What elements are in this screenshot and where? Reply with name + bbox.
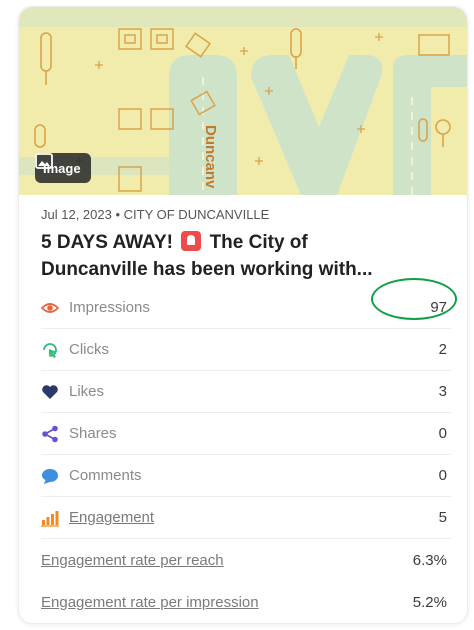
title-part-2: The City of xyxy=(209,232,308,253)
highlight-circle-annotation xyxy=(371,278,457,320)
bar-chart-icon xyxy=(41,510,59,527)
rate-value: 5.2% xyxy=(412,593,447,611)
image-type-badge: Image xyxy=(35,153,91,183)
metric-row-clicks: Clicks 2 xyxy=(41,329,451,371)
metric-value: 0 xyxy=(438,467,447,484)
post-title[interactable]: 5 DAYS AWAY! The City of Duncanville has… xyxy=(41,229,451,283)
metric-row-engagement[interactable]: Engagement 5 xyxy=(41,497,451,539)
metric-row-comments: Comments 0 xyxy=(41,455,451,497)
metric-row-likes: Likes 3 xyxy=(41,371,451,413)
metric-label: Likes xyxy=(69,383,105,400)
metric-label: Clicks xyxy=(69,341,109,358)
eye-icon xyxy=(41,302,59,313)
comment-icon xyxy=(42,468,58,484)
rate-value: 6.3% xyxy=(412,551,447,569)
siren-icon xyxy=(181,231,202,251)
post-image[interactable]: Duncanv Image xyxy=(19,7,467,195)
metrics-list: Impressions 97 Clicks 2 Likes 3 Shares 0… xyxy=(41,287,451,623)
engagement-rate-impression-link[interactable]: Engagement rate per impression xyxy=(41,594,259,611)
rate-row-impression[interactable]: Engagement rate per impression 5.2% xyxy=(41,581,451,623)
title-line-2: Duncanville has been working with... xyxy=(41,259,373,280)
metric-value: 2 xyxy=(438,341,447,358)
post-source: CITY OF DUNCANVILLE xyxy=(123,207,270,222)
post-meta: Jul 12, 2023 • CITY OF DUNCANVILLE xyxy=(41,207,269,222)
metric-value: 5 xyxy=(438,509,447,526)
meta-separator: • xyxy=(115,207,121,222)
metric-label: Comments xyxy=(69,467,142,484)
post-date: Jul 12, 2023 xyxy=(41,207,112,222)
metric-row-shares: Shares 0 xyxy=(41,413,451,455)
metric-value: 3 xyxy=(438,383,447,400)
rate-row-reach[interactable]: Engagement rate per reach 6.3% xyxy=(41,539,451,581)
image-icon xyxy=(35,153,53,169)
share-icon xyxy=(42,425,58,442)
metric-label: Impressions xyxy=(69,299,150,316)
engagement-link[interactable]: Engagement xyxy=(69,509,154,526)
metric-value: 0 xyxy=(438,425,447,442)
hero-street-text: Duncanv xyxy=(202,125,219,189)
metric-label: Shares xyxy=(69,425,117,442)
heart-icon xyxy=(42,384,58,399)
title-part-1: 5 DAYS AWAY! xyxy=(41,232,173,253)
engagement-rate-reach-link[interactable]: Engagement rate per reach xyxy=(41,552,224,569)
click-icon xyxy=(43,342,57,358)
